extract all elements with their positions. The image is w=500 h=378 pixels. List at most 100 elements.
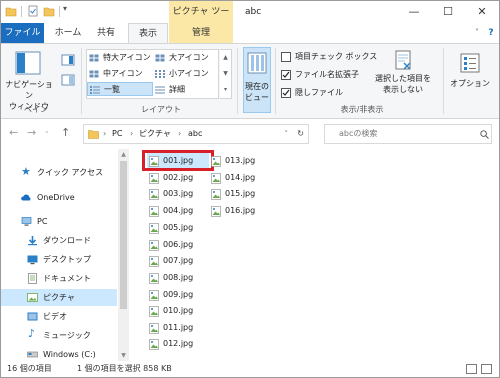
extra-large-icons-icon [89,54,99,62]
address-bar[interactable]: › PC › ピクチャ › abc ˅ ↻ [83,124,309,144]
preview-pane-icon[interactable] [61,54,75,66]
recent-locations-icon[interactable]: ˅ [45,129,49,141]
nav-item-quick-access[interactable]: ★ クイック アクセス [1,164,117,181]
list-item[interactable]: 015.jpg [209,186,271,202]
nav-item-videos[interactable]: ビデオ [1,308,117,325]
nav-scrollbar[interactable]: ▲ ▼ [118,149,129,361]
large-icons-view-toggle[interactable] [481,364,492,374]
list-item[interactable]: 003.jpg [147,186,209,202]
list-item[interactable]: 008.jpg [147,270,209,286]
item-checkbox-toggle[interactable] [281,52,291,62]
tab-home[interactable]: ホーム [51,23,85,43]
scroll-down-arrow[interactable]: ▼ [118,350,129,361]
layout-gallery-scroll[interactable]: ▲ ▼ ▾ [220,49,232,99]
ribbon-tabs: ファイル ホーム 共有 表示 管理 ˅ ? [1,23,499,43]
file-extension-toggle[interactable] [281,70,291,80]
hidden-files-toggle[interactable] [281,88,291,98]
options-button[interactable]: オプション [449,78,491,89]
pane-group-label: ペイン [24,105,48,114]
maximize-button[interactable]: ☐ [431,1,465,23]
list-item[interactable]: 006.jpg [147,237,209,253]
image-file-icon [211,206,221,217]
list-item[interactable]: 010.jpg [147,303,209,319]
tab-share[interactable]: 共有 [91,23,121,43]
image-file-icon [211,173,221,184]
list-item[interactable]: 011.jpg [147,320,209,336]
options-icon[interactable] [459,52,481,74]
nav-item-music[interactable]: ♪ ミュージック [1,327,117,344]
close-button[interactable]: ✕ [465,1,499,23]
tab-manage[interactable]: 管理 [169,23,233,43]
search-icon[interactable] [480,130,489,139]
group-divider [237,48,238,114]
nav-item-downloads[interactable]: ダウンロード [1,232,117,249]
nav-item-label: OneDrive [37,193,75,202]
properties-icon[interactable] [27,5,39,17]
layout-details[interactable]: 詳細 [153,83,217,97]
image-file-icon [149,339,159,350]
layout-medium-icons[interactable]: 中アイコン [87,67,153,81]
layout-item-label: 特大アイコン [103,53,151,62]
hide-selected-icon[interactable] [393,50,413,70]
details-pane-icon[interactable] [61,74,75,86]
search-input[interactable]: abcの検索 [324,124,492,144]
scroll-up-arrow[interactable]: ▲ [118,149,129,160]
image-file-icon [211,189,221,200]
list-item[interactable]: 012.jpg [147,336,209,352]
list-item[interactable]: 004.jpg [147,203,209,219]
file-name: 015.jpg [225,189,256,198]
medium-icons-icon [89,70,99,78]
image-file-icon [149,290,159,301]
breadcrumb-pc[interactable]: PC [112,125,122,143]
layout-extra-large-icons[interactable]: 特大アイコン [87,51,153,65]
nav-item-desktop[interactable]: デスクトップ [1,251,117,268]
nav-item-label: Windows (C:) [43,350,96,359]
layout-list[interactable]: 一覧 [87,82,153,96]
help-icon[interactable]: ? [485,23,497,43]
list-item[interactable]: 002.jpg [147,170,209,186]
list-item[interactable]: 014.jpg [209,170,271,186]
divider [21,6,22,17]
nav-item-label: ミュージック [43,331,91,340]
collapse-ribbon-icon[interactable]: ˅ [471,23,483,43]
check-icon [282,89,290,96]
file-name: 008.jpg [163,273,194,282]
group-divider [443,48,444,114]
file-name: 012.jpg [163,339,194,348]
layout-item-label: 小アイコン [169,69,209,78]
star-icon: ★ [21,165,31,178]
new-folder-icon[interactable] [43,5,55,17]
scroll-thumb[interactable] [120,161,127,309]
divider [59,6,60,17]
back-arrow-icon[interactable]: ← [9,127,18,139]
check-icon [282,71,290,78]
nav-item-documents[interactable]: ドキュメント [1,270,117,287]
layout-item-label: 大アイコン [169,53,209,62]
hide-selected-button[interactable]: 選択した項目を 表示しない [369,73,437,95]
breadcrumb-abc[interactable]: abc [188,125,202,143]
list-item[interactable]: 009.jpg [147,287,209,303]
minimize-button[interactable]: — [397,1,431,23]
navigation-pane-icon[interactable] [15,50,41,76]
list-item[interactable]: 016.jpg [209,203,271,219]
list-item[interactable]: 013.jpg [209,153,271,169]
layout-large-icons[interactable]: 大アイコン [153,51,217,65]
nav-item-pictures[interactable]: ピクチャ [1,289,117,306]
tab-file[interactable]: ファイル [1,23,44,43]
details-view-toggle[interactable] [466,364,477,374]
folder-icon [88,130,99,139]
item-checkbox-label: 項目チェック ボックス [295,52,378,61]
refresh-icon[interactable]: ↻ [297,125,304,143]
nav-item-onedrive[interactable]: OneDrive [1,189,117,206]
tab-view[interactable]: 表示 [128,23,168,43]
list-item[interactable]: 005.jpg [147,220,209,236]
nav-item-pc[interactable]: PC [1,213,117,230]
forward-arrow-icon[interactable]: → [27,127,36,139]
list-item[interactable]: 007.jpg [147,253,209,269]
address-dropdown-icon[interactable]: ˅ [285,125,289,143]
customize-qat-icon[interactable]: ▾ [63,4,75,16]
layout-small-icons[interactable]: 小アイコン [153,67,217,81]
up-arrow-icon[interactable]: ↑ [61,127,70,139]
breadcrumb-pictures[interactable]: ピクチャ [139,125,171,143]
ribbon-view: ナビゲーション ウィンドウ ペイン 特大アイコン 大アイコン 中アイコン 小アイ… [1,43,499,119]
